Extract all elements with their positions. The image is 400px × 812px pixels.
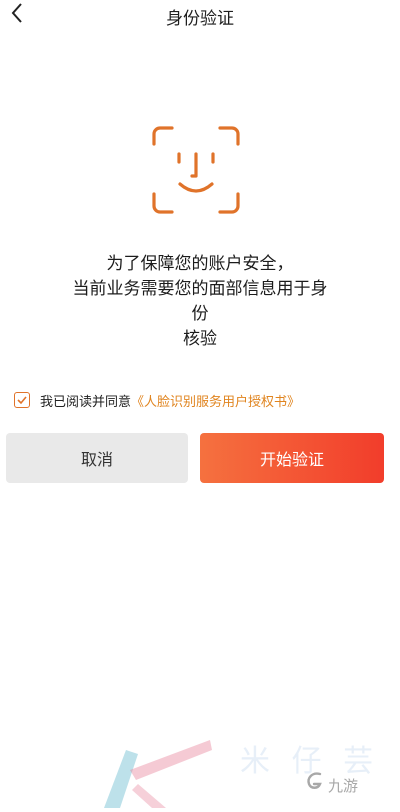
brand-name: 九游 bbox=[328, 776, 359, 795]
agreement-link[interactable]: 《人脸识别服务用户授权书》 bbox=[131, 391, 300, 410]
watermark-brand: 九游 bbox=[304, 770, 358, 800]
agreement-prefix: 我已阅读并同意 bbox=[40, 394, 132, 410]
message-line-1: 为了保障您的账户安全， bbox=[106, 254, 294, 274]
verification-message: 为了保障您的账户安全， 当前业务需要您的面部信息用于身份 核验 bbox=[70, 252, 330, 352]
start-verification-button[interactable]: 开始验证 bbox=[200, 433, 384, 483]
checkmark-icon bbox=[16, 391, 28, 410]
brand-logo-icon bbox=[304, 770, 328, 800]
cancel-button[interactable]: 取消 bbox=[6, 433, 188, 483]
agreement-row: 我已阅读并同意 《人脸识别服务用户授权书》 bbox=[14, 390, 300, 410]
message-line-2: 当前业务需要您的面部信息用于身份 bbox=[72, 279, 328, 324]
watermark-logo bbox=[92, 730, 222, 808]
face-id-icon bbox=[150, 124, 242, 216]
message-line-3: 核验 bbox=[183, 329, 217, 349]
header: 身份验证 bbox=[0, 0, 400, 30]
page-title: 身份验证 bbox=[166, 9, 234, 29]
agreement-checkbox[interactable] bbox=[14, 392, 30, 408]
